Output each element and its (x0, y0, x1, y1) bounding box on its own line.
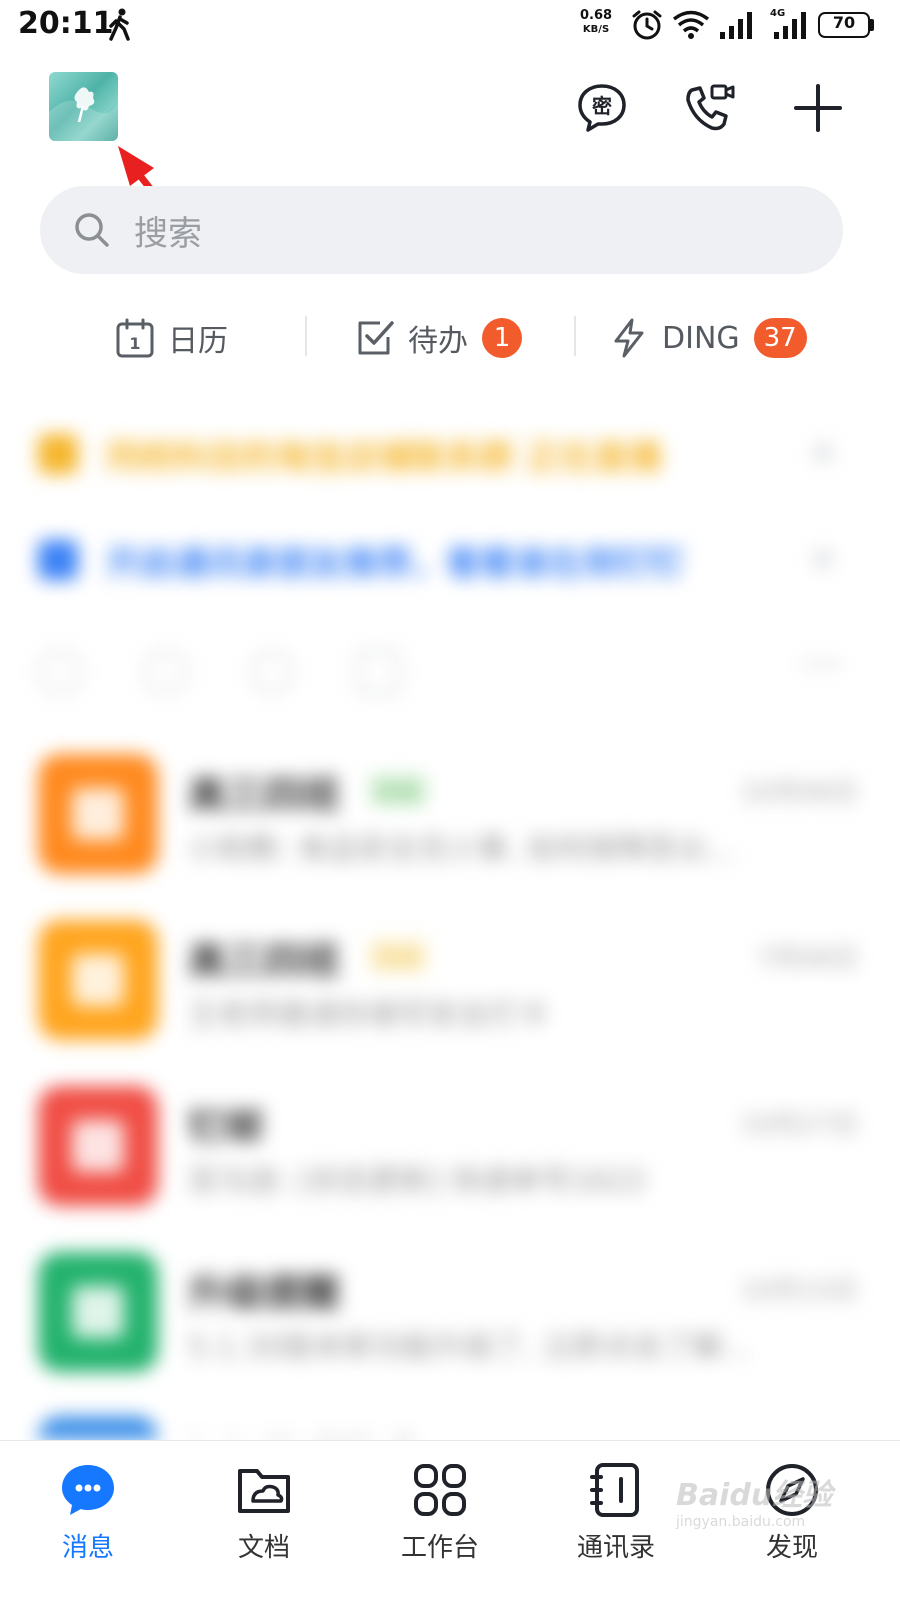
watermark-url: jingyan.baidu.com (676, 1514, 806, 1530)
search-bar[interactable]: 搜索 (40, 186, 843, 274)
nav-workbench[interactable]: 工作台 (370, 1461, 510, 1571)
at-icon[interactable] (250, 650, 294, 694)
calendar-label: 日历 (168, 324, 228, 359)
message-icon (62, 1465, 114, 1515)
chat-item[interactable]: 钉钉管理助手 (38, 1416, 858, 1440)
nav-messages[interactable]: 消息 (18, 1461, 158, 1571)
chat-preview: 亚马逊: [状态更新] 快递单号1622 (188, 1164, 647, 1199)
blurred-content: 同校科目的淘宝店铺联系群 正在直播 ✕ 开启通讯录朋友推荐，看看谁在用钉钉 ✕ … (0, 400, 900, 1440)
chat-item[interactable]: 高三四班 班级 10月06日 小助教: 食品安全无小事, 如何保障吾尖... (38, 754, 858, 884)
chat-name: 高三四班 (188, 939, 341, 983)
close-icon[interactable]: ✕ (808, 434, 838, 475)
battery-percent: 70 (832, 13, 856, 32)
chat-time: 7月06日 (756, 944, 858, 974)
search-placeholder: 搜索 (134, 214, 202, 254)
chat-time: 10月15日 (739, 1276, 858, 1306)
chat-avatar (38, 754, 158, 874)
chat-preview: 王老师邀请你填写安全打卡 (188, 998, 548, 1033)
ding-label: DING (662, 320, 740, 356)
more-icon[interactable] (802, 662, 842, 666)
checkbox-icon (358, 321, 394, 355)
status-bar: 20:11 0.68 KB/S 4G 70 (0, 0, 900, 52)
chat-name: 钉邮 (188, 1105, 265, 1149)
add-icon[interactable] (792, 82, 844, 134)
chat-name: 钉钉管理助手 (188, 1426, 416, 1440)
chat-time: 10月06日 (739, 778, 858, 808)
wifi-icon (672, 10, 710, 39)
chat-tag: 班级 (368, 772, 428, 807)
chat-avatar (38, 920, 158, 1040)
contacts-icon (590, 1463, 639, 1517)
document-folder-icon (238, 1469, 290, 1513)
calendar-icon: 1 (116, 318, 154, 358)
file-icon[interactable] (356, 650, 400, 694)
chat-avatar (38, 1416, 158, 1440)
network-speed: 0.68 KB/S (580, 9, 612, 37)
nav-documents[interactable]: 文档 (194, 1461, 334, 1571)
chat-name: 高三四班 (188, 773, 341, 817)
secret-glyph: 密 (592, 94, 612, 118)
walking-icon (109, 8, 130, 41)
chat-tag: 班级 (368, 938, 428, 973)
shortcut-icon[interactable] (38, 650, 82, 694)
chat-item[interactable]: 高三四班 班级 7月06日 王老师邀请你填写安全打卡 (38, 920, 858, 1050)
star-icon[interactable] (144, 650, 188, 694)
live-icon (38, 434, 78, 474)
contacts-notice[interactable]: 开启通讯录朋友推荐，看看谁在用钉钉 ✕ (38, 530, 858, 590)
watermark-brand: Baidu经验 (676, 1478, 833, 1513)
video-call-icon[interactable] (684, 82, 736, 134)
secret-chat-icon[interactable]: 密 (576, 82, 628, 134)
search-icon (75, 213, 109, 247)
notice-text: 开启通讯录朋友推荐，看看谁在用钉钉 (106, 543, 684, 584)
watermark: Baidu经验 jingyan.baidu.com (676, 1470, 846, 1550)
todo-badge: 1 (482, 318, 522, 358)
todo-label: 待办 (408, 324, 468, 359)
nav-label: 通讯录 (576, 1533, 655, 1563)
nav-label: 工作台 (400, 1533, 479, 1563)
chat-avatar (38, 1252, 158, 1372)
divider (305, 316, 307, 356)
live-notice[interactable]: 同校科目的淘宝店铺联系群 正在直播 ✕ (38, 424, 858, 484)
calendar-day: 1 (129, 334, 140, 353)
calendar-button[interactable]: 1 日历 (114, 314, 228, 362)
status-time: 20:11 (18, 6, 114, 41)
shortcut-row (38, 640, 858, 700)
battery-indicator: 70 (818, 12, 870, 38)
todo-button[interactable]: 待办 1 (354, 314, 522, 362)
net-speed-value: 0.68 (580, 8, 613, 23)
lightning-icon (614, 318, 644, 358)
nav-label: 文档 (237, 1533, 290, 1563)
close-icon[interactable]: ✕ (808, 540, 838, 581)
signal-4g-icon (774, 12, 806, 39)
net-speed-unit: KB/S (582, 24, 610, 35)
quick-actions: 1 日历 待办 1 DING 37 (0, 298, 900, 378)
notice-text: 同校科目的淘宝店铺联系群 正在直播 (106, 437, 662, 478)
signal-icon (720, 12, 752, 39)
workbench-grid-icon (414, 1464, 466, 1516)
nav-contacts[interactable]: 通讯录 (546, 1461, 686, 1571)
chat-preview: 5.1.30版本新功能升级了, 立即点击了解... (188, 1330, 752, 1365)
chat-item[interactable]: 升级提醒 10月15日 5.1.30版本新功能升级了, 立即点击了解... (38, 1252, 858, 1382)
chat-avatar (38, 1086, 158, 1206)
chat-preview: 小助教: 食品安全无小事, 如何保障吾尖... (188, 832, 736, 867)
divider (574, 316, 576, 356)
chat-time: 10月27日 (739, 1110, 858, 1140)
contacts-notice-icon (38, 540, 78, 580)
nav-label: 消息 (61, 1533, 114, 1563)
ding-button[interactable]: DING 37 (608, 314, 807, 362)
battery-tip (870, 19, 874, 31)
chat-name: 升级提醒 (188, 1271, 341, 1315)
ding-badge: 37 (753, 318, 807, 358)
alarm-icon (632, 10, 662, 40)
chat-item[interactable]: 钉邮 10月27日 亚马逊: [状态更新] 快递单号1622 (38, 1086, 858, 1216)
